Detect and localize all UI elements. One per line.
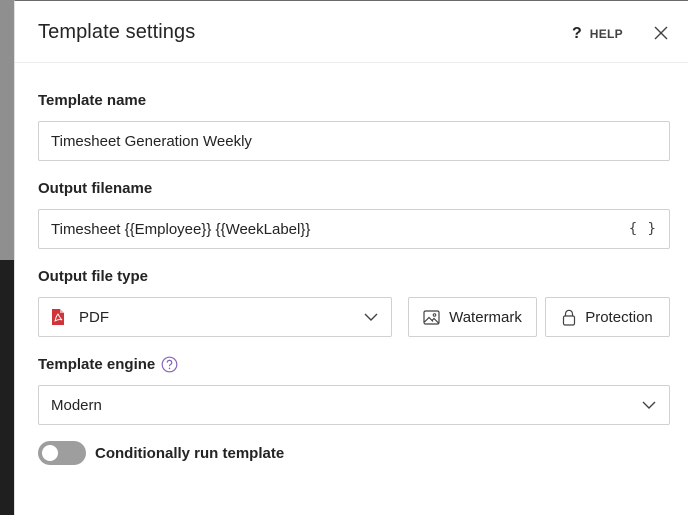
output-file-type-label: Output file type — [38, 268, 148, 285]
backdrop-strip-top — [0, 0, 14, 260]
help-label: HELP — [589, 27, 623, 41]
panel-title: Template settings — [38, 21, 196, 43]
lock-icon — [563, 309, 576, 326]
template-engine-label-row: Template engine — [38, 356, 178, 373]
help-button[interactable]: ? HELP — [572, 25, 623, 43]
chevron-down-icon — [642, 401, 656, 409]
close-button[interactable] — [651, 23, 671, 43]
conditional-run-label: Conditionally run template — [95, 444, 285, 462]
toggle-knob — [42, 445, 58, 461]
template-engine-select[interactable]: Modern — [38, 385, 670, 425]
output-file-type-select[interactable]: PDF — [38, 297, 392, 337]
template-name-input[interactable]: Timesheet Generation Weekly — [38, 121, 670, 161]
conditional-run-row: Conditionally run template — [38, 441, 284, 465]
chevron-down-icon — [364, 313, 378, 321]
image-icon — [423, 309, 440, 325]
close-icon — [654, 26, 668, 40]
template-engine-value: Modern — [51, 396, 102, 414]
template-settings-panel: Template settings ? HELP Template name T… — [14, 0, 688, 515]
panel-header: Template settings ? HELP — [15, 1, 688, 63]
template-name-label: Template name — [38, 92, 147, 109]
protection-button[interactable]: Protection — [545, 297, 670, 337]
pdf-file-icon — [52, 309, 64, 325]
watermark-button[interactable]: Watermark — [408, 297, 537, 337]
conditional-run-toggle[interactable] — [38, 441, 86, 465]
question-mark-icon: ? — [572, 25, 582, 42]
watermark-label: Watermark — [449, 308, 522, 326]
output-file-type-value: PDF — [79, 308, 109, 326]
template-name-value: Timesheet Generation Weekly — [51, 132, 252, 150]
backdrop-strip-bottom — [0, 260, 14, 515]
insert-variable-icon[interactable]: { } — [629, 221, 657, 237]
template-engine-label: Template engine — [38, 356, 156, 373]
output-filename-value: Timesheet {{Employee}} {{WeekLabel}} — [51, 220, 311, 238]
protection-label: Protection — [585, 308, 653, 326]
output-filename-label: Output filename — [38, 180, 153, 197]
output-filename-input[interactable]: Timesheet {{Employee}} {{WeekLabel}} { } — [38, 209, 670, 249]
question-circle-icon[interactable] — [161, 356, 178, 373]
